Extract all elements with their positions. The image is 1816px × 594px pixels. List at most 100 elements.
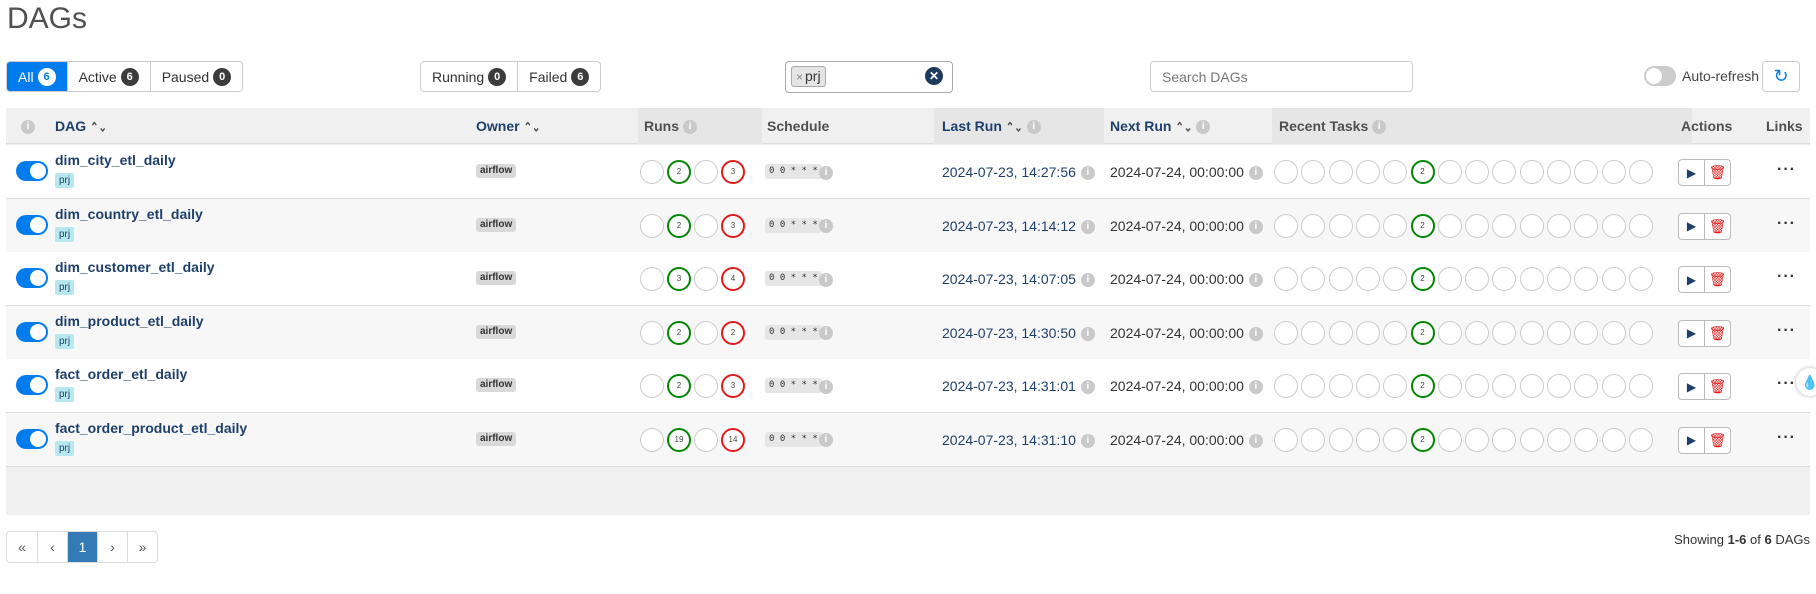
task-status-circle[interactable]: [1328, 374, 1353, 398]
task-status-circle[interactable]: [1328, 160, 1353, 184]
run-status-failed[interactable]: 14: [721, 427, 745, 452]
task-status-success[interactable]: 2: [1410, 320, 1435, 345]
task-status-circle[interactable]: [1274, 160, 1298, 184]
delete-dag-button[interactable]: 🗑: [1704, 266, 1731, 293]
task-status-circle[interactable]: [1383, 160, 1408, 184]
dag-pause-toggle[interactable]: [16, 161, 48, 181]
task-status-circle[interactable]: [1547, 320, 1571, 345]
task-status-circle[interactable]: [1274, 213, 1298, 238]
task-status-circle[interactable]: [1601, 213, 1626, 238]
page-1-button[interactable]: 1: [67, 532, 97, 562]
delete-dag-button[interactable]: 🗑: [1704, 426, 1731, 454]
owner-badge[interactable]: airflow: [476, 378, 517, 392]
dag-tag-badge[interactable]: prj: [55, 333, 75, 349]
run-status-running[interactable]: [694, 160, 718, 184]
last-run-link[interactable]: 2024-07-23, 14:30:50 i: [942, 325, 1095, 341]
filter-all-button[interactable]: All 6: [7, 62, 67, 91]
links-menu-icon[interactable]: ···: [1777, 268, 1796, 286]
task-status-circle[interactable]: [1383, 213, 1408, 238]
task-status-circle[interactable]: [1519, 320, 1544, 345]
links-menu-icon[interactable]: ···: [1777, 161, 1796, 179]
task-status-success[interactable]: 2: [1410, 267, 1435, 291]
owner-column-header[interactable]: Owner ⌃⌄: [476, 108, 540, 144]
task-status-circle[interactable]: [1437, 160, 1462, 184]
task-status-circle[interactable]: [1301, 213, 1326, 238]
run-status-failed[interactable]: 4: [721, 267, 745, 291]
run-status-failed[interactable]: 3: [721, 160, 745, 184]
task-status-circle[interactable]: [1492, 320, 1517, 345]
run-status-queued[interactable]: [640, 374, 664, 398]
owner-badge[interactable]: airflow: [476, 431, 517, 446]
task-status-circle[interactable]: [1574, 160, 1599, 184]
run-status-success[interactable]: 2: [667, 374, 691, 398]
last-run-link[interactable]: 2024-07-23, 14:27:56 i: [942, 164, 1095, 181]
dag-column-header[interactable]: DAG ⌃⌄: [55, 108, 107, 144]
links-menu-icon[interactable]: ···: [1777, 375, 1796, 393]
task-status-circle[interactable]: [1601, 267, 1626, 291]
trigger-dag-button[interactable]: ▶: [1678, 159, 1705, 186]
task-status-circle[interactable]: [1328, 320, 1353, 345]
search-dags-input[interactable]: [1150, 61, 1413, 92]
task-status-circle[interactable]: [1547, 267, 1571, 291]
delete-dag-button[interactable]: 🗑: [1704, 319, 1731, 347]
dag-link[interactable]: dim_customer_etl_daily: [55, 259, 215, 275]
task-status-circle[interactable]: [1465, 320, 1490, 345]
task-status-circle[interactable]: [1519, 160, 1544, 184]
task-status-circle[interactable]: [1628, 374, 1653, 398]
run-status-running[interactable]: [694, 267, 718, 291]
task-status-circle[interactable]: [1492, 427, 1517, 452]
task-status-circle[interactable]: [1355, 320, 1380, 345]
run-status-success[interactable]: 2: [667, 213, 691, 238]
task-status-circle[interactable]: [1301, 267, 1326, 291]
next-page-button[interactable]: ›: [97, 532, 127, 562]
first-page-button[interactable]: «: [7, 532, 37, 562]
dag-tag-badge[interactable]: prj: [55, 387, 75, 402]
delete-dag-button[interactable]: 🗑: [1704, 159, 1731, 186]
task-status-circle[interactable]: [1328, 267, 1353, 291]
task-status-circle[interactable]: [1274, 320, 1298, 345]
last-run-link[interactable]: 2024-07-23, 14:31:01 i: [942, 378, 1095, 395]
task-status-circle[interactable]: [1628, 320, 1653, 345]
task-status-circle[interactable]: [1628, 213, 1653, 238]
task-status-circle[interactable]: [1492, 374, 1517, 398]
run-status-queued[interactable]: [640, 267, 664, 291]
task-status-circle[interactable]: [1519, 267, 1544, 291]
droplet-icon[interactable]: 💧: [1796, 368, 1816, 396]
refresh-button[interactable]: ↻: [1762, 61, 1800, 92]
run-status-success[interactable]: 19: [667, 427, 691, 452]
task-status-circle[interactable]: [1628, 267, 1653, 291]
dag-tag-badge[interactable]: prj: [55, 173, 75, 188]
task-status-circle[interactable]: [1519, 213, 1544, 238]
task-status-circle[interactable]: [1574, 267, 1599, 291]
task-status-circle[interactable]: [1383, 267, 1408, 291]
auto-refresh-toggle[interactable]: [1644, 66, 1676, 86]
task-status-success[interactable]: 2: [1410, 213, 1435, 238]
clear-tags-icon[interactable]: ✕: [925, 67, 943, 85]
task-status-circle[interactable]: [1574, 374, 1599, 398]
last-run-column-header[interactable]: Last Run ⌃⌄ i: [942, 108, 1041, 144]
dag-link[interactable]: dim_country_etl_daily: [55, 206, 203, 222]
task-status-circle[interactable]: [1492, 213, 1517, 238]
task-status-circle[interactable]: [1465, 427, 1490, 452]
task-status-circle[interactable]: [1465, 374, 1490, 398]
task-status-circle[interactable]: [1301, 160, 1326, 184]
delete-dag-button[interactable]: 🗑: [1704, 373, 1731, 400]
task-status-circle[interactable]: [1355, 267, 1380, 291]
task-status-circle[interactable]: [1465, 213, 1490, 238]
task-status-circle[interactable]: [1301, 374, 1326, 398]
owner-badge[interactable]: airflow: [476, 324, 517, 339]
owner-badge[interactable]: airflow: [476, 271, 517, 285]
run-status-queued[interactable]: [640, 160, 664, 184]
run-status-success[interactable]: 2: [667, 160, 691, 184]
dag-link[interactable]: dim_city_etl_daily: [55, 152, 176, 168]
task-status-circle[interactable]: [1383, 320, 1408, 345]
run-status-running[interactable]: [694, 320, 718, 345]
task-status-circle[interactable]: [1601, 160, 1626, 184]
task-status-circle[interactable]: [1574, 213, 1599, 238]
task-status-circle[interactable]: [1274, 374, 1298, 398]
run-status-running[interactable]: [694, 213, 718, 238]
dag-pause-toggle[interactable]: [16, 375, 48, 395]
run-status-queued[interactable]: [640, 320, 664, 345]
task-status-circle[interactable]: [1465, 267, 1490, 291]
run-status-queued[interactable]: [640, 427, 664, 452]
